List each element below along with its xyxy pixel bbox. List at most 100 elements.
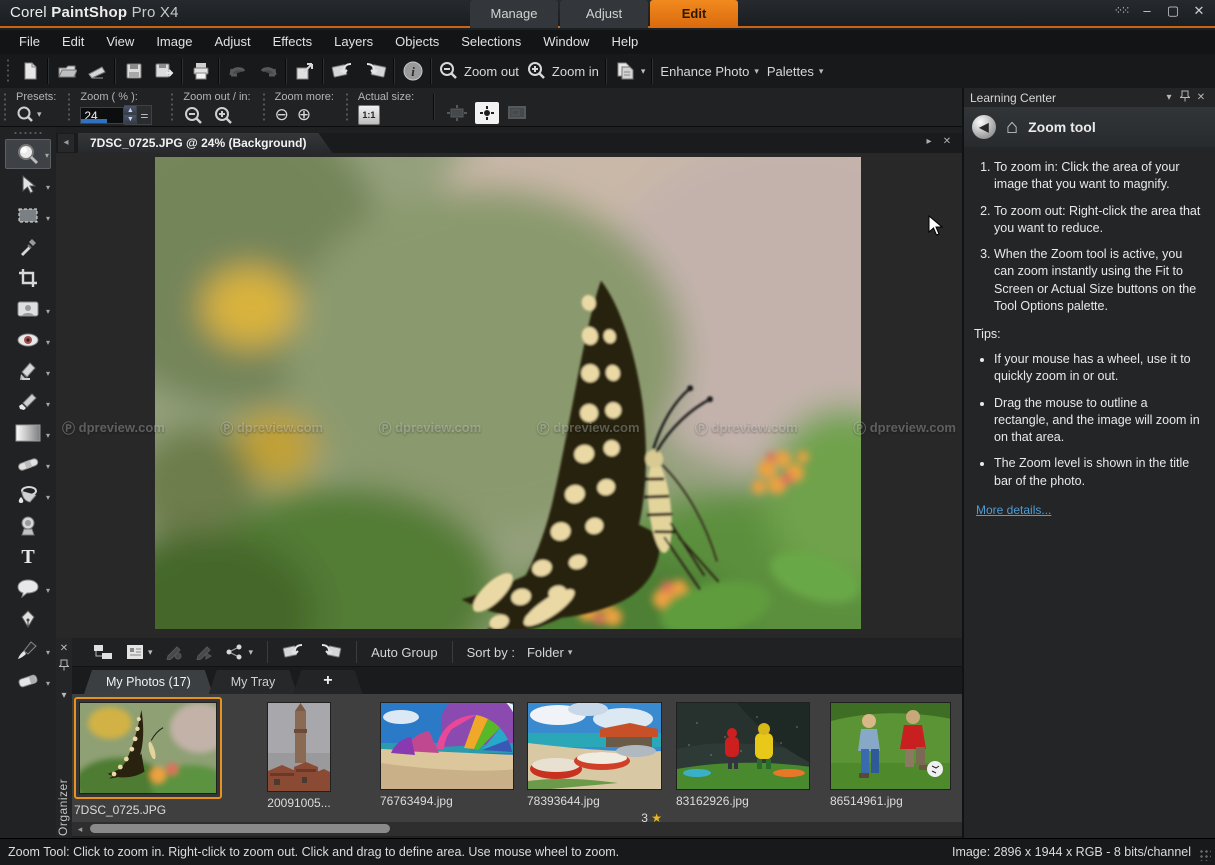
- more-details-link[interactable]: More details...: [976, 503, 1051, 517]
- toolbar-grip[interactable]: [6, 58, 13, 84]
- spin-up-icon[interactable]: ▲: [124, 106, 136, 115]
- spin-down-icon[interactable]: ▼: [124, 115, 136, 124]
- scroll-left-icon[interactable]: ◂: [74, 823, 86, 835]
- palette-grip[interactable]: [67, 92, 73, 122]
- share-button[interactable]: ▾: [219, 640, 260, 664]
- zoom-out-step-button[interactable]: [183, 105, 205, 127]
- zoom-tool[interactable]: ▾: [5, 139, 51, 169]
- menu-file[interactable]: File: [8, 30, 51, 54]
- rotate-right-button[interactable]: [312, 640, 348, 664]
- thumbnail-butterfly[interactable]: 7DSC_0725.JPG 4 ★: [74, 697, 222, 817]
- tab-my-photos[interactable]: My Photos (17): [84, 670, 213, 694]
- gradient-swatch-tool[interactable]: ▾: [5, 418, 51, 448]
- back-button[interactable]: ◀: [972, 115, 996, 139]
- text-tool[interactable]: T: [5, 542, 51, 572]
- zoom-percent-value[interactable]: 24: [80, 107, 124, 124]
- corel-connect-icon[interactable]: ⁘⁙: [1113, 3, 1129, 19]
- menu-selections[interactable]: Selections: [450, 30, 532, 54]
- menu-window[interactable]: Window: [532, 30, 600, 54]
- butterfly-photo[interactable]: [155, 157, 861, 629]
- save-as-button[interactable]: [149, 57, 179, 85]
- fit-window-to-image-button[interactable]: [445, 102, 469, 124]
- folder-tree-button[interactable]: [86, 640, 120, 664]
- minimize-button[interactable]: –: [1139, 3, 1155, 19]
- thumbnail-umbrellas[interactable]: 76763494.jpg: [380, 702, 514, 808]
- thumbnail-boats[interactable]: 78393644.jpg 3 ★: [527, 702, 662, 808]
- red-eye-tool[interactable]: ▾: [5, 325, 51, 355]
- pen-tool[interactable]: [5, 604, 51, 634]
- edit-info-button[interactable]: [159, 640, 189, 664]
- menu-edit[interactable]: Edit: [51, 30, 95, 54]
- add-tray-button[interactable]: +: [293, 670, 362, 694]
- tab-my-tray[interactable]: My Tray: [209, 670, 297, 694]
- close-button[interactable]: ✕: [1191, 3, 1207, 19]
- picture-tube-tool[interactable]: [5, 511, 51, 541]
- organizer-close-icon[interactable]: ✕: [56, 643, 72, 654]
- undo-button[interactable]: [223, 57, 253, 85]
- zoom-more-in-button[interactable]: ⊕: [297, 105, 311, 125]
- palette-grip[interactable]: [345, 92, 351, 122]
- menu-adjust[interactable]: Adjust: [203, 30, 261, 54]
- palette-grip[interactable]: [262, 92, 268, 122]
- clone-brush-tool[interactable]: ▾: [5, 387, 51, 417]
- fit-image-to-window-button[interactable]: [475, 102, 499, 124]
- organizer-collapse-icon[interactable]: ▾: [56, 690, 72, 701]
- tab-scroll-right-button[interactable]: ▸: [922, 134, 936, 150]
- resize-grip-icon[interactable]: [1199, 849, 1211, 861]
- selection-tool[interactable]: ▾: [5, 201, 51, 231]
- palette-grip[interactable]: [170, 92, 176, 122]
- presets-button[interactable]: ▾: [16, 105, 42, 123]
- zoom-in-button[interactable]: Zoom in: [523, 57, 603, 85]
- warp-brush-tool[interactable]: ▾: [5, 635, 51, 665]
- zoom-in-step-button[interactable]: [213, 105, 235, 127]
- open-button[interactable]: [52, 57, 82, 85]
- zoom-out-button[interactable]: Zoom out: [435, 57, 523, 85]
- dropper-tool[interactable]: [5, 232, 51, 262]
- rotate-left-button[interactable]: [276, 640, 312, 664]
- palettes-button[interactable]: Palettes▾: [763, 57, 828, 85]
- pick-tool[interactable]: ▾: [5, 170, 51, 200]
- crop-tool[interactable]: [5, 263, 51, 293]
- print-button[interactable]: [186, 57, 216, 85]
- rotate-left-button[interactable]: [327, 57, 359, 85]
- scrollbar-thumb[interactable]: [90, 824, 390, 833]
- maximize-button[interactable]: ▢: [1165, 3, 1181, 19]
- flood-fill-tool[interactable]: ▾: [5, 480, 51, 510]
- makeover-tool[interactable]: ▾: [5, 294, 51, 324]
- home-button[interactable]: ⌂: [1006, 117, 1018, 137]
- thumbnail-soccer[interactable]: 86514961.jpg: [830, 702, 951, 808]
- tab-manage[interactable]: Manage: [470, 0, 558, 28]
- panel-close-icon[interactable]: ✕: [1193, 92, 1209, 103]
- menu-help[interactable]: Help: [600, 30, 649, 54]
- document-tab[interactable]: 7DSC_0725.JPG @ 24% (Background): [78, 133, 332, 153]
- zoom-spinner[interactable]: ▲▼: [124, 105, 137, 125]
- thumbnail-rain-kids[interactable]: 83162926.jpg: [676, 702, 810, 808]
- image-canvas[interactable]: Ⓟ dpreview.com Ⓟ dpreview.com Ⓟ dpreview…: [56, 153, 962, 638]
- scratch-remover-tool[interactable]: ▾: [5, 449, 51, 479]
- sort-by-dropdown[interactable]: Folder▾: [521, 640, 578, 664]
- tools-grip[interactable]: [13, 131, 43, 137]
- quick-review-button[interactable]: [189, 640, 219, 664]
- thumbnail-view-button[interactable]: ▾: [120, 640, 159, 664]
- redo-button[interactable]: [253, 57, 283, 85]
- panel-menu-icon[interactable]: ▾: [1161, 92, 1177, 103]
- enhance-photo-button[interactable]: Enhance Photo▾: [656, 57, 762, 85]
- zoom-more-out-button[interactable]: ⊖: [275, 105, 289, 125]
- fit-window-to-screen-button[interactable]: [505, 102, 529, 124]
- save-button[interactable]: [119, 57, 149, 85]
- zoom-slider-button[interactable]: ⚌: [137, 105, 152, 125]
- copy-special-button[interactable]: ▾: [610, 57, 650, 85]
- menu-view[interactable]: View: [95, 30, 145, 54]
- new-image-button[interactable]: [15, 57, 45, 85]
- retouch-tool[interactable]: ▾: [5, 356, 51, 386]
- auto-group-button[interactable]: Auto Group: [365, 640, 444, 664]
- tab-scroll-left-button[interactable]: ◂: [58, 134, 74, 152]
- actual-size-button[interactable]: 1:1: [358, 105, 380, 125]
- menu-objects[interactable]: Objects: [384, 30, 450, 54]
- thumbnail-tower[interactable]: 20091005...: [267, 702, 331, 810]
- pin-icon[interactable]: [1177, 90, 1193, 105]
- resize-button[interactable]: [290, 57, 320, 85]
- scan-button[interactable]: [82, 57, 112, 85]
- image-information-button[interactable]: i: [398, 57, 428, 85]
- palette-grip[interactable]: [3, 92, 9, 122]
